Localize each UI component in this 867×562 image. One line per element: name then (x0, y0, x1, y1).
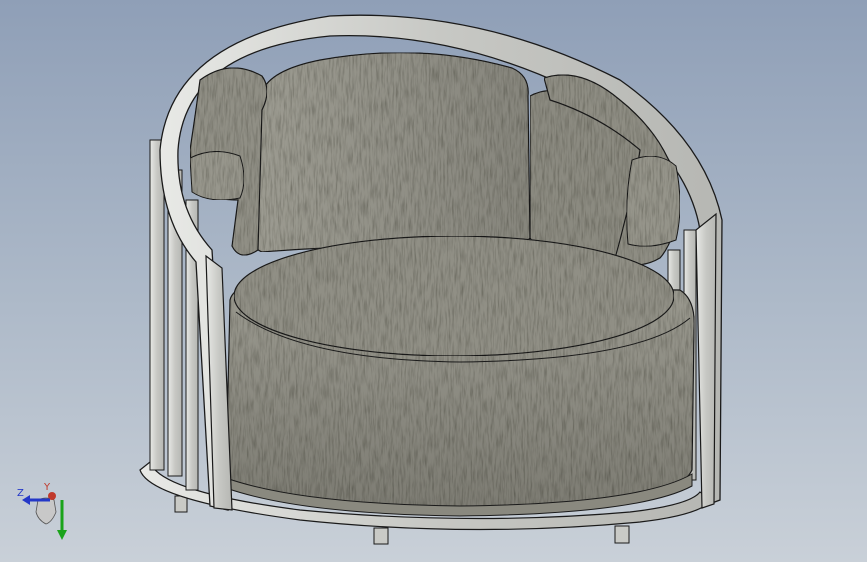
seat-cushion-top (233, 235, 675, 357)
right-arm-bolster (626, 155, 681, 247)
y-axis-label: Y (43, 482, 51, 493)
z-axis-label: Z (17, 488, 24, 499)
left-arm-bolster (189, 151, 245, 201)
leg-front-left (373, 527, 389, 545)
orientation-triad[interactable]: Z Y (16, 478, 76, 544)
y-axis-arrow-icon (57, 530, 67, 540)
chair-model[interactable] (0, 0, 867, 562)
backrest-cushion (251, 52, 531, 253)
front-frame-right (695, 212, 717, 509)
triad-base-icon (35, 497, 57, 525)
leg-front-right (614, 525, 630, 544)
3d-viewport[interactable]: Z Y (0, 0, 867, 562)
leg-back-left (174, 495, 188, 513)
